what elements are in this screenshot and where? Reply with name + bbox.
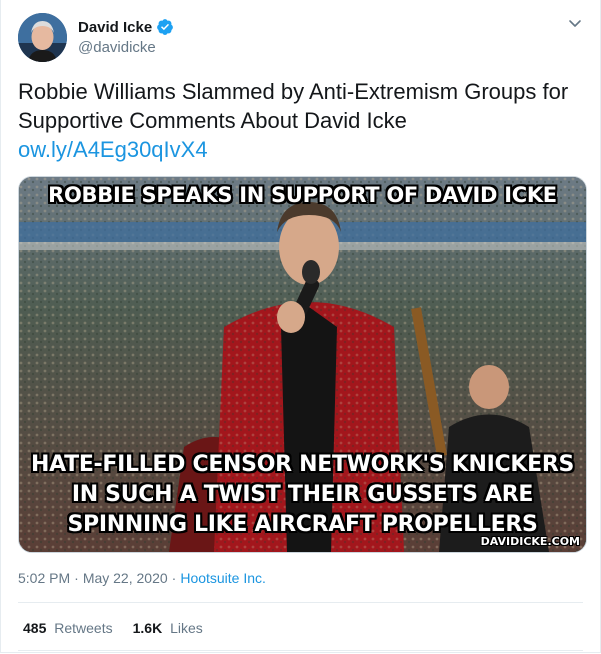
divider (18, 602, 583, 603)
tweet-link[interactable]: ow.ly/A4Eg30qIvX4 (18, 135, 588, 164)
retweets-count: 485 (23, 620, 47, 636)
meta-separator: · (74, 570, 79, 586)
retweets-stat[interactable]: 485 Retweets (23, 620, 113, 636)
tweet-stats: 485 Retweets 1.6K Likes (23, 620, 223, 636)
tweet-body: Robbie Williams Slammed by Anti-Extremis… (18, 77, 588, 164)
retweets-label: Retweets (54, 620, 113, 636)
likes-stat[interactable]: 1.6K Likes (133, 620, 203, 636)
likes-label: Likes (170, 620, 203, 636)
author-handle[interactable]: @davidicke (78, 39, 174, 56)
likes-count: 1.6K (132, 620, 163, 636)
watermark: DAVIDICKE.COM (480, 535, 580, 548)
tweet-card: David Icke @davidicke Robbie Williams Sl… (0, 0, 601, 653)
caption-line-1: HATE-FILLED CENSOR NETWORK'S KNICKERS (30, 452, 575, 477)
display-name[interactable]: David Icke (78, 19, 152, 36)
tweet-text: Robbie Williams Slammed by Anti-Extremis… (18, 79, 569, 133)
tweet-source[interactable]: Hootsuite Inc. (180, 570, 266, 586)
caption-top: ROBBIE SPEAKS IN SUPPORT OF DAVID ICKE (48, 183, 557, 207)
caption-line-2: IN SUCH A TWIST THEIR GUSSETS ARE (71, 482, 534, 507)
tweet-media-image[interactable]: ROBBIE SPEAKS IN SUPPORT OF DAVID ICKE H… (18, 176, 587, 553)
author-names: David Icke @davidicke (78, 17, 174, 56)
avatar-photo-icon (18, 13, 67, 62)
divider (18, 650, 583, 651)
tweet-date[interactable]: May 22, 2020 (83, 570, 168, 586)
chevron-down-icon[interactable] (567, 15, 583, 31)
caption-line-3: SPINNING LIKE AIRCRAFT PROPELLERS (67, 512, 538, 537)
verified-badge-icon (157, 19, 174, 35)
tweet-time[interactable]: 5:02 PM (18, 570, 70, 586)
tweet-meta: 5:02 PM · May 22, 2020 · Hootsuite Inc. (18, 570, 266, 586)
avatar[interactable] (18, 13, 67, 62)
meta-separator: · (171, 570, 177, 586)
tweet-header: David Icke @davidicke (18, 13, 583, 63)
